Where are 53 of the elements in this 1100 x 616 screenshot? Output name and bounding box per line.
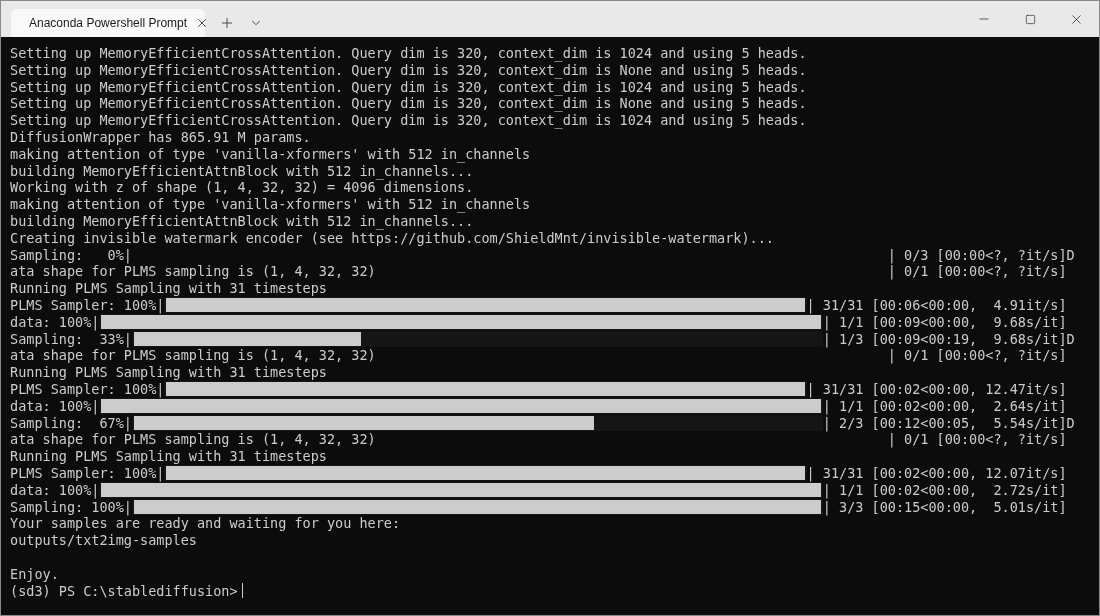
progress-label: data: 100%|: [10, 313, 100, 331]
progress-stats: | 3/3 [00:15<00:00, 5.01s/it]: [822, 498, 1067, 516]
wrapped-text: D: [1066, 246, 1075, 264]
progress-label: ata shape for PLMS sampling is (1, 4, 32, 32): [10, 431, 376, 449]
progress-stats: | 1/3 [00:09<00:19, 9.68s/it]: [822, 330, 1067, 348]
progress-stats: | 0/1 [00:00<?, ?it/s]: [887, 347, 1067, 365]
text-cursor: [242, 583, 244, 599]
progress-label: data: 100%|: [10, 481, 100, 499]
terminal-line: building MemoryEfficientAttnBlock with 512 in_channels...: [10, 162, 474, 180]
terminal-line: Working with z of shape (1, 4, 32, 32) = 4096 dimensions.: [10, 179, 474, 197]
progress-stats: | 31/31 [00:02<00:00, 12.47it/s]: [806, 380, 1067, 398]
progress-label: Sampling: 0%|: [10, 246, 132, 264]
progress-label: data: 100%|: [10, 397, 100, 415]
new-tab-icon[interactable]: [219, 15, 235, 31]
terminal-line: Running PLMS Sampling with 31 timesteps: [10, 448, 327, 465]
progress-stats: | 2/3 [00:12<00:05, 5.54s/it]: [822, 414, 1067, 432]
terminal-line: Setting up MemoryEfficientCrossAttention. Query dim is 320, context_dim is 1024 and using 5 heads.: [10, 45, 807, 62]
tab-title: Anaconda Powershell Prompt: [29, 16, 188, 30]
terminal-line: DiffusionWrapper has 865.91 M params.: [10, 129, 311, 146]
progress-stats: | 31/31 [00:06<00:00, 4.91it/s]: [806, 296, 1067, 314]
terminal-line: outputs/txt2img-samples: [10, 532, 197, 549]
progress-stats: | 0/3 [00:00<?, ?it/s]: [887, 246, 1067, 264]
progress-stats: | 0/1 [00:00<?, ?it/s]: [887, 263, 1067, 281]
terminal-line: Enjoy.: [10, 565, 59, 583]
progress-label: Sampling: 100%|: [10, 498, 132, 516]
maximize-icon[interactable]: [1024, 13, 1036, 25]
terminal-line: Setting up MemoryEfficientCrossAttention. Query dim is 320, context_dim is None and using 5 heads.: [10, 95, 807, 113]
progress-label: PLMS Sampler: 100%|: [10, 380, 165, 398]
progress-label: ata shape for PLMS sampling is (1, 4, 32, 32): [10, 347, 376, 365]
terminal-line: Setting up MemoryEfficientCrossAttention. Query dim is 320, context_dim is 1024 and using 5 heads.: [10, 78, 807, 96]
progress-stats: | 0/1 [00:00<?, ?it/s]: [887, 431, 1067, 449]
terminal-line: Running PLMS Sampling with 31 timesteps: [10, 364, 327, 381]
terminal-line: making attention of type 'vanilla-xformers' with 512 in_channels: [10, 196, 531, 213]
terminal-line: making attention of type 'vanilla-xformers' with 512 in_channels: [10, 145, 531, 163]
terminal-line: Setting up MemoryEfficientCrossAttention. Query dim is 320, context_dim is None and using 5 heads.: [10, 61, 807, 79]
progress-label: Sampling: 67%|: [10, 414, 132, 432]
progress-label: Sampling: 33%|: [10, 330, 132, 348]
terminal-line: Creating invisible watermark encoder (see https://github.com/ShieldMnt/invisible-watermark)...: [10, 229, 774, 247]
progress-stats: | 1/1 [00:02<00:00, 2.72s/it]: [822, 481, 1067, 499]
progress-label: ata shape for PLMS sampling is (1, 4, 32, 32): [10, 263, 376, 281]
progress-label: PLMS Sampler: 100%|: [10, 296, 165, 314]
terminal-tab[interactable]: Anaconda Powershell Prompt: [11, 9, 205, 37]
progress-stats: | 1/1 [00:09<00:00, 9.68s/it]: [822, 313, 1067, 331]
progress-stats: | 31/31 [00:02<00:00, 12.07it/s]: [806, 464, 1067, 482]
command-prompt: (sd3) PS C:\stablediffusion>: [10, 582, 238, 600]
terminal-line: Your samples are ready and waiting for you here:: [10, 515, 401, 533]
terminal-line: building MemoryEfficientAttnBlock with 512 in_channels...: [10, 212, 474, 230]
progress-stats: | 1/1 [00:02<00:00, 2.64s/it]: [822, 397, 1067, 415]
wrapped-text: D: [1066, 414, 1075, 432]
wrapped-text: D: [1066, 330, 1075, 348]
terminal-line: Setting up MemoryEfficientCrossAttention. Query dim is 320, context_dim is 1024 and using 5 heads.: [10, 112, 807, 129]
progress-label: PLMS Sampler: 100%|: [10, 464, 165, 482]
terminal-line: Running PLMS Sampling with 31 timesteps: [10, 280, 327, 297]
